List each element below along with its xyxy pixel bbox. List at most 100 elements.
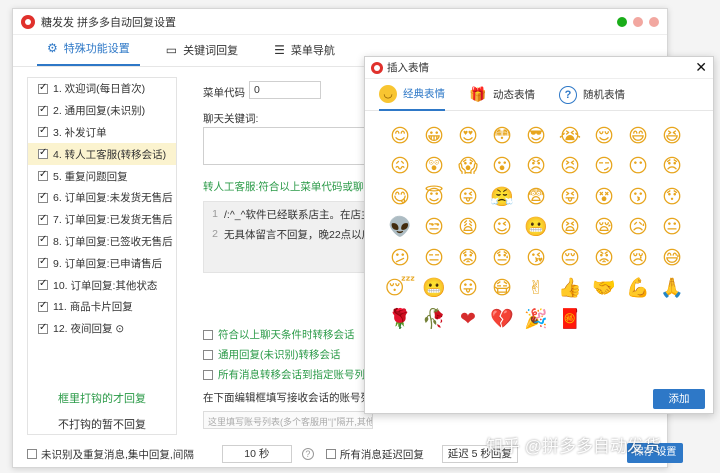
emoji-item[interactable]: 🥀 — [417, 304, 451, 334]
tab-classic-emoji[interactable]: ◡ 经典表情 — [379, 79, 445, 111]
tab-keyword-reply[interactable]: ▭ 关键词回复 — [156, 42, 248, 66]
checkbox[interactable] — [38, 104, 48, 116]
emoji-item[interactable]: 😳 — [485, 121, 519, 151]
emoji-item[interactable]: 😋 — [383, 182, 417, 212]
tab-menu-nav[interactable]: ☰ 菜单导航 — [264, 42, 345, 66]
checkbox[interactable] — [38, 300, 48, 312]
checkbox[interactable] — [38, 234, 48, 247]
sidebar-item[interactable]: 7. 订单回复:已发货无售后 — [28, 209, 176, 231]
close-icon[interactable]: ✕ — [695, 59, 707, 76]
minimize-button[interactable] — [633, 16, 643, 27]
checkbox[interactable] — [203, 329, 213, 340]
checkbox[interactable] — [38, 213, 48, 225]
emoji-item[interactable]: 😑 — [417, 243, 451, 273]
sidebar-item[interactable]: 10. 订单回复:其他状态 — [28, 274, 176, 296]
emoji-item[interactable]: 😔 — [553, 243, 587, 273]
emoji-item[interactable]: 😡 — [587, 243, 621, 273]
maximize-button[interactable] — [617, 16, 627, 27]
tab-animated-emoji[interactable]: 🎁 动态表情 — [469, 79, 535, 111]
tab-special-functions[interactable]: ⚙ 特殊功能设置 — [37, 40, 140, 66]
emoji-item[interactable]: 😯 — [655, 182, 689, 212]
checkbox[interactable] — [38, 278, 48, 291]
emoji-item[interactable]: 😓 — [485, 243, 519, 273]
emoji-item[interactable]: 😩 — [451, 213, 485, 243]
emoji-item[interactable]: 👍 — [553, 274, 587, 304]
interval-input[interactable]: 10 秒 — [221, 445, 292, 463]
emoji-item[interactable]: 😛 — [451, 274, 485, 304]
checkbox[interactable] — [38, 169, 48, 182]
emoji-item[interactable]: 😜 — [451, 182, 485, 212]
checkbox[interactable] — [38, 256, 48, 269]
sidebar-item[interactable]: 4. 转人工客服(转移会话) — [28, 143, 176, 166]
sidebar-item[interactable]: 3. 补发订单 — [28, 122, 176, 144]
emoji-item[interactable]: 😝 — [553, 182, 587, 212]
option-transfer-unrecognized[interactable]: 通用回复(未识别)转移会话 — [203, 347, 341, 362]
checkbox[interactable] — [38, 82, 48, 94]
delay-reply-option[interactable]: 所有消息延迟回复 — [325, 447, 424, 462]
tab-random-emoji[interactable]: ? 随机表情 — [559, 79, 625, 111]
emoji-item[interactable]: 😬 — [519, 213, 553, 243]
checkbox[interactable] — [27, 449, 37, 459]
emoji-item[interactable]: 😏 — [587, 152, 621, 182]
checkbox[interactable] — [38, 125, 48, 138]
emoji-item[interactable]: 😅 — [655, 243, 689, 273]
emoji-item[interactable]: 😶 — [621, 152, 655, 182]
emoji-item[interactable]: 🤝 — [587, 274, 621, 304]
emoji-item[interactable]: ✌ — [519, 274, 553, 304]
emoji-item[interactable]: 😢 — [621, 243, 655, 273]
emoji-item[interactable]: 🌹 — [383, 304, 417, 334]
sidebar-item[interactable]: 5. 重复问题回复 — [28, 165, 176, 187]
keyword-textarea[interactable] — [203, 127, 373, 165]
sidebar-item[interactable]: 2. 通用回复(未识别) — [28, 100, 176, 122]
emoji-item[interactable]: 😐 — [655, 213, 689, 243]
emoji-item[interactable]: 😇 — [417, 182, 451, 212]
emoji-item[interactable]: 👽 — [383, 213, 417, 243]
sidebar-item[interactable]: 11. 商品卡片回复 — [28, 296, 176, 318]
sidebar-item[interactable]: 12. 夜间回复 ⊙ — [28, 318, 176, 340]
help-icon[interactable]: ? — [301, 448, 314, 460]
emoji-item[interactable]: 😄 — [621, 121, 655, 151]
emoji-item[interactable]: 😫 — [553, 213, 587, 243]
sidebar-item[interactable]: 6. 订单回复:未发货无售后 — [28, 187, 176, 209]
emoji-item[interactable]: 🎉 — [519, 304, 553, 334]
emoji-item[interactable]: 😴 — [383, 274, 417, 304]
emoji-item[interactable]: 😟 — [451, 243, 485, 273]
checkbox[interactable] — [38, 147, 48, 160]
emoji-item[interactable]: 😪 — [587, 213, 621, 243]
emoji-item[interactable]: 😘 — [519, 243, 553, 273]
emoji-item[interactable]: 😆 — [655, 121, 689, 151]
close-window-button[interactable] — [649, 16, 659, 27]
emoji-item[interactable]: 😌 — [587, 121, 621, 151]
emoji-item[interactable]: 😞 — [655, 152, 689, 182]
emoji-item[interactable]: 😲 — [417, 152, 451, 182]
checkbox[interactable] — [325, 449, 336, 459]
emoji-item[interactable]: 😣 — [553, 152, 587, 182]
emoji-item[interactable]: 😠 — [519, 152, 553, 182]
emoji-item[interactable]: 😨 — [519, 182, 553, 212]
merge-reply-option[interactable]: 未识别及重复消息,集中回复,间隔 — [27, 447, 194, 462]
emoji-item[interactable]: 💪 — [621, 274, 655, 304]
add-button[interactable]: 添加 — [653, 389, 705, 409]
checkbox[interactable] — [38, 322, 48, 334]
emoji-item[interactable]: 😬 — [417, 274, 451, 304]
checkbox[interactable] — [203, 349, 213, 360]
emoji-item[interactable]: 😭 — [553, 121, 587, 151]
emoji-item[interactable]: 🧧 — [553, 304, 587, 334]
sidebar-item[interactable]: 8. 订单回复:已签收无售后 — [28, 231, 176, 253]
reply-editor[interactable]: 1 /:^_^软件已经联系店主。在店主回 2 无具体留言不回复，晚22点以后的 — [203, 201, 373, 273]
emoji-item[interactable]: 😱 — [451, 152, 485, 182]
emoji-item[interactable]: 😊 — [383, 121, 417, 151]
checkbox[interactable] — [203, 369, 213, 380]
emoji-item[interactable]: 🙏 — [655, 274, 689, 304]
sidebar-item[interactable]: 1. 欢迎词(每日首次) — [28, 78, 176, 100]
checkbox[interactable] — [38, 191, 48, 203]
emoji-item[interactable]: 😷 — [485, 274, 519, 304]
emoji-item[interactable]: 😀 — [417, 121, 451, 151]
emoji-item[interactable]: 😎 — [519, 121, 553, 151]
option-transfer-on-match[interactable]: 符合以上聊天条件时转移会话 — [203, 327, 355, 342]
emoji-item[interactable]: 😮 — [485, 152, 519, 182]
menu-code-input[interactable]: 0 — [249, 81, 321, 99]
emoji-item[interactable]: 😗 — [621, 182, 655, 212]
emoji-item[interactable]: ❤ — [451, 304, 485, 334]
emoji-item[interactable]: 😵 — [587, 182, 621, 212]
